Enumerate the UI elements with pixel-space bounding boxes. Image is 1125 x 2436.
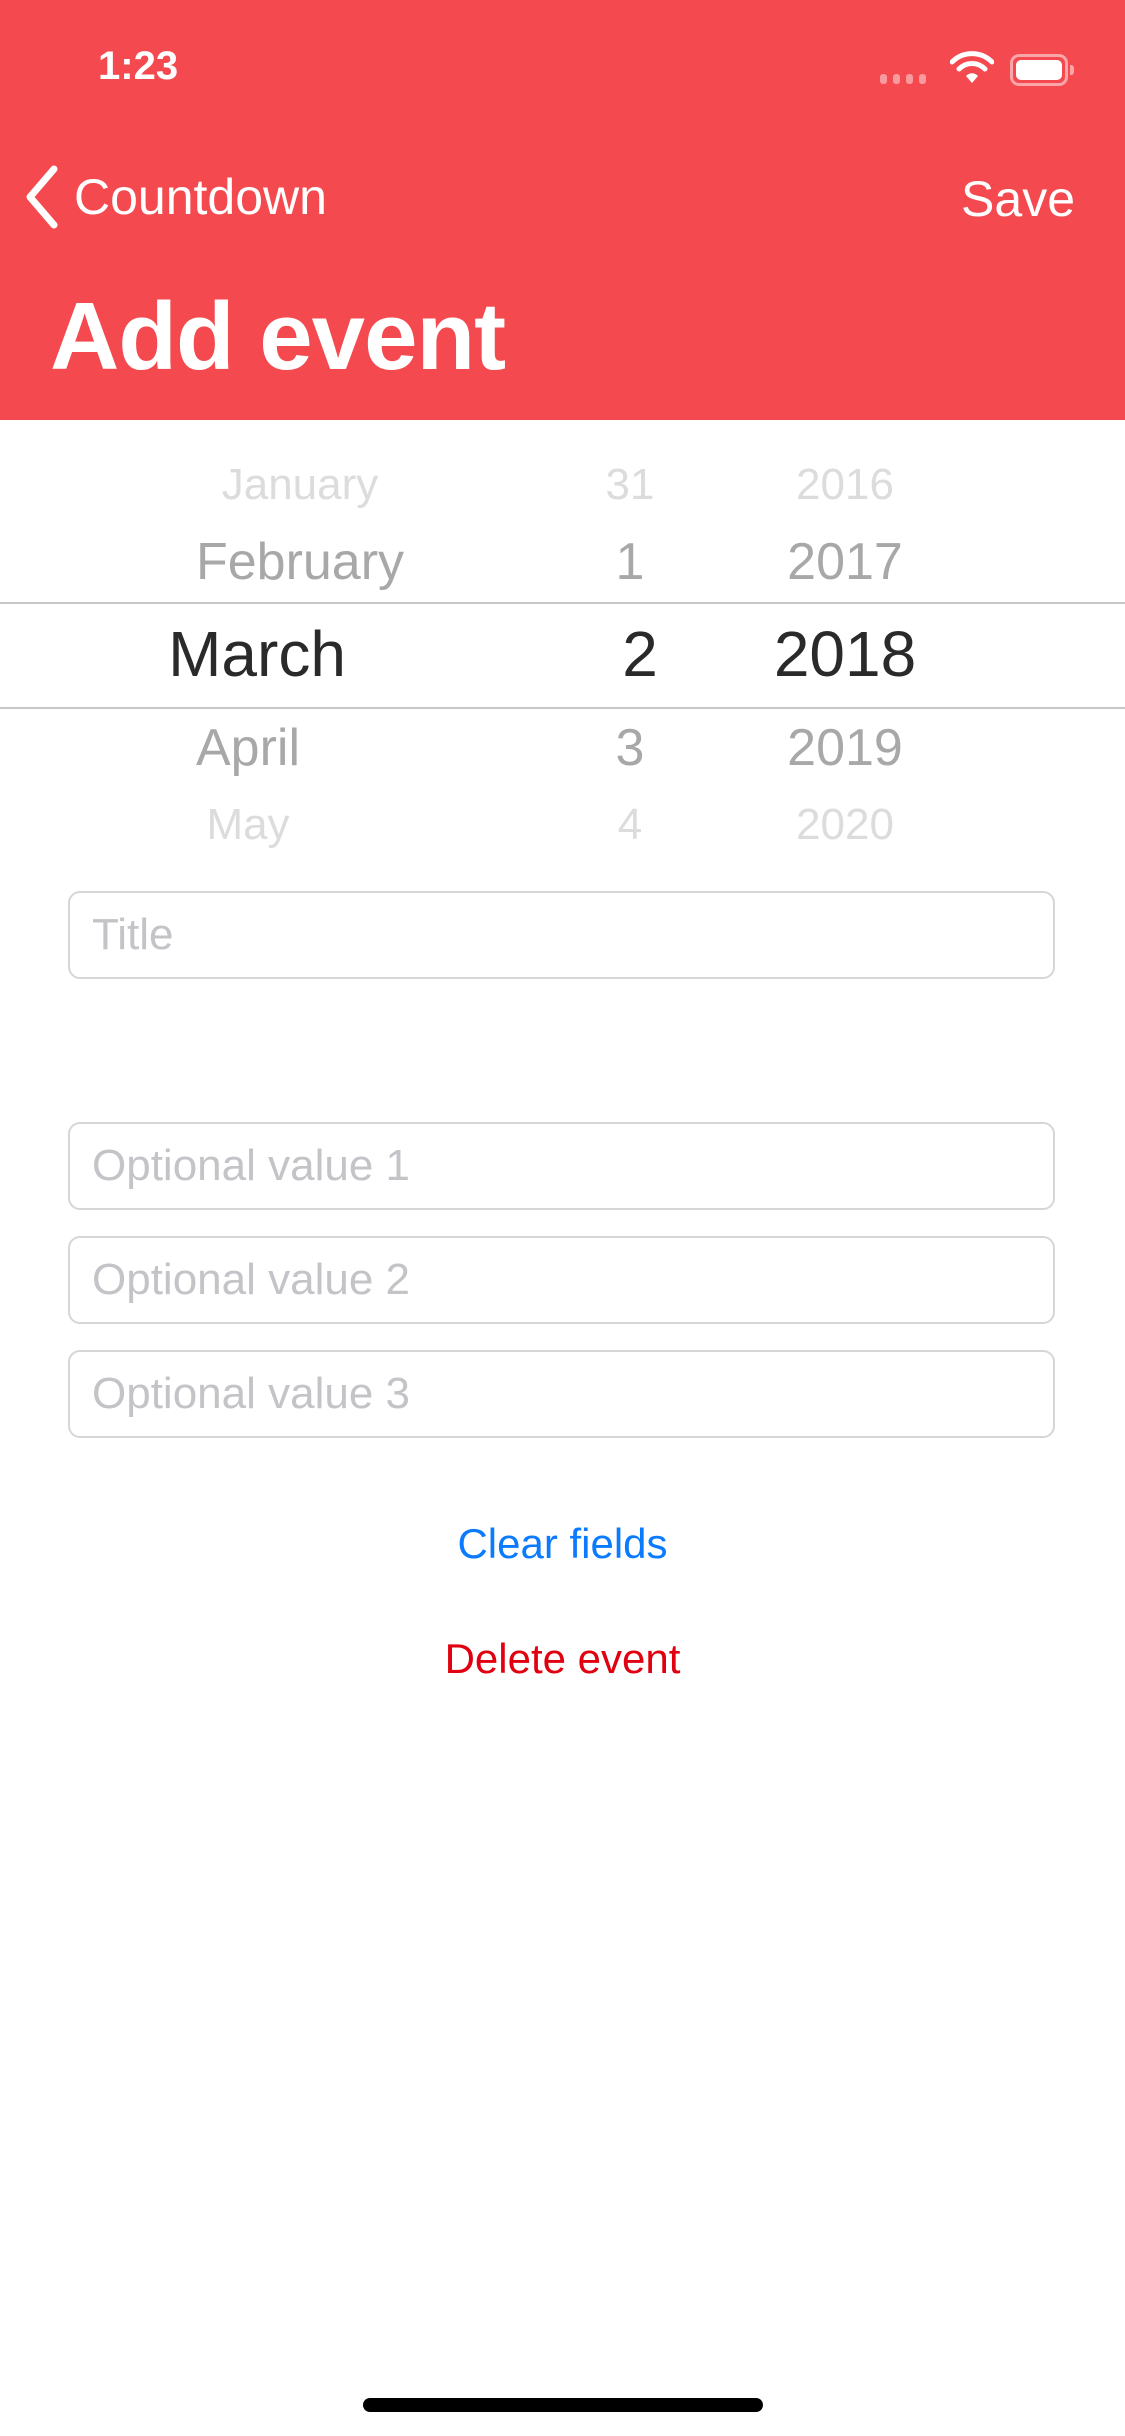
optional-value-2-input[interactable]: [70, 1238, 1053, 1322]
picker-day-item[interactable]: 1: [616, 532, 645, 592]
picker-day-selected[interactable]: 2: [622, 617, 658, 691]
home-indicator[interactable]: [363, 2398, 763, 2412]
back-label: Countdown: [74, 169, 327, 225]
chevron-left-icon: [26, 165, 58, 229]
picker-day-item[interactable]: 31: [606, 460, 655, 510]
back-button[interactable]: Countdown: [22, 165, 327, 229]
picker-day-item[interactable]: 4: [618, 800, 642, 850]
optional-value-3-input[interactable]: [70, 1352, 1053, 1436]
picker-day-item[interactable]: 3: [616, 718, 645, 778]
optional-value-1-field[interactable]: [68, 1122, 1055, 1210]
optional-value-3-field[interactable]: [68, 1350, 1055, 1438]
wifi-icon: [950, 51, 994, 83]
optional-value-2-field[interactable]: [68, 1236, 1055, 1324]
picker-month-item[interactable]: January: [222, 460, 379, 510]
picker-year-item[interactable]: 2017: [787, 532, 903, 592]
picker-month-item[interactable]: April: [196, 718, 300, 778]
picker-year-item[interactable]: 2019: [787, 718, 903, 778]
navigation-header: 1:23 Countdown Save Add event: [0, 0, 1125, 420]
picker-year-item[interactable]: 2016: [796, 460, 894, 510]
title-field[interactable]: [68, 891, 1055, 979]
picker-month-item[interactable]: May: [206, 800, 289, 850]
picker-month-selected[interactable]: March: [168, 617, 346, 691]
status-time: 1:23: [98, 44, 179, 88]
battery-icon: [1010, 54, 1074, 86]
selection-bottom-divider: [0, 707, 1125, 709]
picker-year-item[interactable]: 2020: [796, 800, 894, 850]
page-title: Add event: [50, 283, 506, 390]
picker-month-item[interactable]: February: [196, 532, 404, 592]
picker-year-selected[interactable]: 2018: [774, 617, 916, 691]
title-input[interactable]: [70, 893, 1053, 977]
optional-value-1-input[interactable]: [70, 1124, 1053, 1208]
cellular-signal-icon: [880, 74, 926, 84]
clear-fields-button[interactable]: Clear fields: [0, 1520, 1125, 1568]
delete-event-button[interactable]: Delete event: [0, 1635, 1125, 1683]
selection-top-divider: [0, 602, 1125, 604]
date-picker[interactable]: January February March April May 31 1 2 …: [0, 420, 1125, 850]
save-button[interactable]: Save: [961, 170, 1075, 228]
